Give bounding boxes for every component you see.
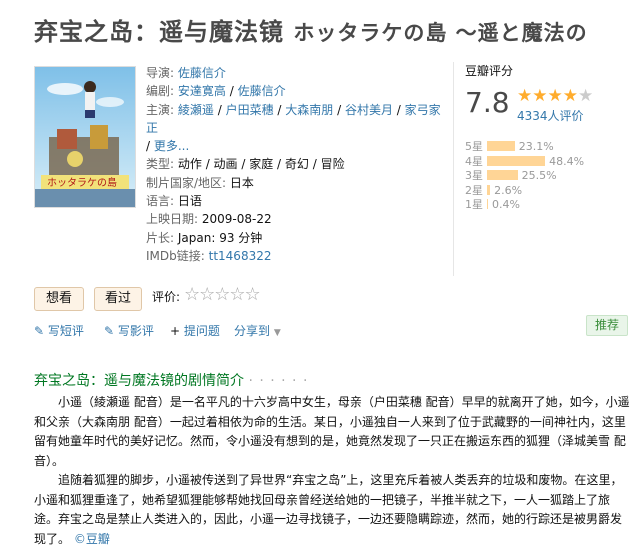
title-original: ホッタラケの島 ～遥と魔法の (293, 20, 588, 45)
rating-bar (487, 184, 491, 195)
write-short-comment-label: 写短评 (47, 324, 84, 338)
rating-percent: 48.4% (549, 154, 585, 168)
star-icon: ★ (578, 86, 594, 106)
rating-bar (487, 199, 488, 209)
write-review-link[interactable]: ✎ 写影评 (104, 322, 154, 339)
write-review-label: 写影评 (117, 324, 154, 338)
info-label: 片长: (146, 230, 175, 245)
info-row: 上映日期: 2009-08-22 (146, 210, 446, 228)
info-value: 2009-08-22 (201, 212, 272, 227)
info-row: 主演: 綾瀬遥 / 户田菜穗 / 大森南朋 / 谷村美月 / 家弓家正 / 更多… (146, 102, 441, 154)
info-value: 日语 (177, 194, 202, 209)
write-short-comment-link[interactable]: ✎ 写短评 (34, 322, 84, 339)
title-main: 弃宝之岛：遥与魔法镜 (34, 18, 284, 46)
info-value: Japan: 93 分钟 (177, 230, 263, 245)
synopsis-heading-dots: · · · · · · (248, 373, 309, 389)
rating-row: 4星 48.4% (465, 153, 585, 168)
rating-percent: 0.4% (492, 198, 520, 211)
star-icon: ★ (532, 86, 548, 106)
info-row: 片长: Japan: 93 分钟 (146, 229, 446, 247)
pencil-icon: ✎ (104, 324, 115, 338)
rating-header: 豆瓣评分 (465, 64, 514, 78)
info-link[interactable]: 佐藤信介 (178, 66, 226, 80)
info-label: 制片国家/地区: (146, 175, 227, 190)
star-icon: ★ (547, 86, 563, 106)
synopsis-paragraph: 小遥（綾瀬遥 配音）是一名平凡的十六岁高中女生，母亲（户田菜穗 配音）早早的就离… (34, 395, 630, 468)
synopsis-text: 小遥（綾瀬遥 配音）是一名平凡的十六岁高中女生，母亲（户田菜穗 配音）早早的就离… (34, 393, 630, 549)
rating-bar (487, 141, 515, 151)
share-label: 分享到 (234, 324, 271, 338)
rate-stars-input[interactable]: ☆☆☆☆☆ (184, 284, 261, 305)
movie-title: 弃宝之岛：遥与魔法镜 ホッタラケの島 ～遥と魔法の (34, 12, 641, 47)
info-link[interactable]: 谷村美月 (345, 103, 393, 117)
rating-percent: 2.6% (494, 183, 523, 197)
rating-row: 3星 25.5% (465, 167, 557, 182)
synopsis-heading-text: 弃宝之岛：遥与魔法镜的剧情简介 (34, 373, 244, 389)
rating-stars: ★★★★★ (517, 86, 593, 106)
info-label: 编剧: (146, 84, 175, 99)
synopsis-heading: 弃宝之岛：遥与魔法镜的剧情简介 · · · · · · (34, 370, 308, 390)
ask-question-link[interactable]: + 提问题 (170, 322, 220, 339)
rating-bar (487, 170, 518, 180)
info-row: 导演: 佐藤信介 (146, 64, 446, 82)
info-label: 主演: (146, 102, 175, 117)
chevron-down-icon: ▼ (273, 328, 281, 338)
info-link[interactable]: 綾瀬遥 (178, 103, 214, 117)
info-label: 语言: (146, 194, 175, 209)
info-link[interactable]: 安達寛高 (178, 84, 226, 98)
rating-row: 1星 0.4% (465, 196, 520, 211)
info-label: 上映日期: (146, 212, 199, 227)
movie-info: 导演: 佐藤信介 编剧: 安達寛高 / 佐藤信介 主演: 綾瀬遥 / 户田菜穗 / … (146, 64, 446, 265)
imdb-link[interactable]: tt1468322 (209, 249, 272, 263)
info-row: IMDb链接: tt1468322 (146, 247, 446, 265)
rating-row-label: 1星 (465, 198, 483, 211)
star-icon: ★ (562, 86, 578, 106)
synopsis-paragraph: 追随着狐狸的脚步，小遥被传送到了异世界“弃宝之岛”上，这里充斥着被人类丢弃的垃圾… (34, 471, 630, 549)
divider (453, 62, 454, 276)
svg-text:ホッタラケの島: ホッタラケの島 (47, 176, 117, 189)
info-row: 语言: 日语 (146, 192, 446, 210)
recommend-button[interactable]: 推荐 (586, 315, 628, 336)
synopsis-paragraph-text: 追随着狐狸的脚步，小遥被传送到了异世界“弃宝之岛”上，这里充斥着被人类丢弃的垃圾… (34, 473, 623, 546)
movie-poster[interactable]: ホッタラケの島 (34, 66, 136, 208)
plus-icon: + (170, 324, 181, 338)
watched-button[interactable]: 看过 (94, 287, 142, 311)
ask-question-label: 提问题 (183, 324, 220, 338)
info-label: 类型: (146, 157, 175, 172)
info-link[interactable]: 大森南朋 (285, 103, 333, 117)
rate-label: 评价: (152, 290, 181, 304)
info-link[interactable]: 佐藤信介 (238, 84, 286, 98)
info-link[interactable]: 更多... (154, 139, 189, 153)
want-to-watch-button[interactable]: 想看 (34, 287, 84, 311)
info-value: 动作 / 动画 / 家庭 / 奇幻 / 冒险 (177, 157, 345, 172)
info-link[interactable]: 户田菜穗 (226, 103, 274, 117)
rating-score: 7.8 (465, 86, 510, 119)
share-dropdown[interactable]: 分享到 ▼ (234, 322, 281, 339)
info-label: IMDb链接: (146, 248, 205, 263)
pencil-icon: ✎ (34, 324, 45, 338)
rating-bar (487, 155, 546, 166)
info-label: 导演: (146, 66, 175, 80)
info-row: 编剧: 安達寛高 / 佐藤信介 (146, 84, 286, 99)
rating-percent: 23.1% (518, 140, 554, 153)
votes-link[interactable]: 4334人评价 (517, 107, 584, 124)
info-row: 制片国家/地区: 日本 (146, 174, 446, 192)
rating-row: 2星 2.6% (465, 182, 523, 197)
info-value: 日本 (229, 175, 254, 190)
rating-percent: 25.5% (521, 169, 557, 182)
rating-panel: 豆瓣评分 7.8 ★★★★★ 4334人评价 5星 23.1% 4星 48.4% 3星 2… (453, 62, 641, 276)
douban-credit-link[interactable]: ©豆瓣 (74, 532, 110, 546)
rating-row: 5星 23.1% (465, 138, 554, 153)
star-icon: ★ (517, 86, 533, 106)
info-row: 类型: 动作 / 动画 / 家庭 / 奇幻 / 冒险 (146, 155, 446, 173)
